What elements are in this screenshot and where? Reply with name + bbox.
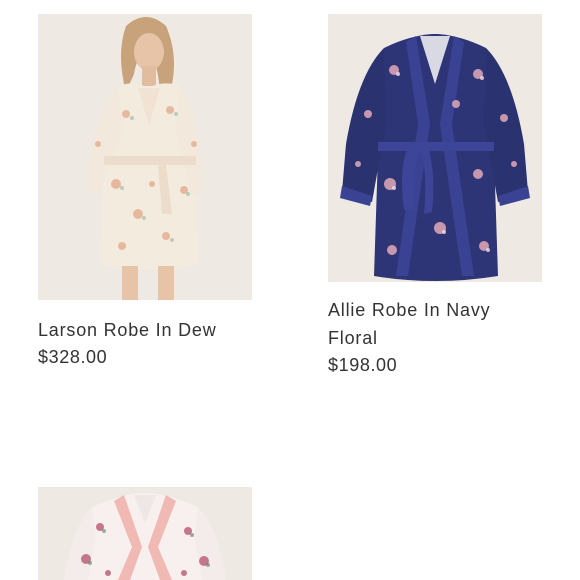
product-image[interactable] — [38, 14, 252, 300]
product-card[interactable]: Allie Robe In Navy Floral $198.00 — [328, 14, 542, 378]
product-card[interactable] — [38, 487, 252, 580]
pink-floral-robe-image — [38, 487, 252, 580]
product-title[interactable]: Larson Robe In Dew — [38, 316, 252, 344]
product-title[interactable]: Allie Robe In Navy Floral — [328, 296, 542, 352]
product-price: $328.00 — [38, 347, 108, 367]
product-card[interactable]: Larson Robe In Dew $328.00 — [38, 14, 252, 370]
model-in-satin-robe-image — [38, 14, 252, 300]
product-grid: Larson Robe In Dew $328.00 Allie Robe In… — [0, 0, 580, 580]
product-price: $198.00 — [328, 355, 398, 375]
navy-floral-robe-image — [328, 14, 542, 282]
product-image[interactable] — [38, 487, 252, 580]
product-image[interactable] — [328, 14, 542, 282]
